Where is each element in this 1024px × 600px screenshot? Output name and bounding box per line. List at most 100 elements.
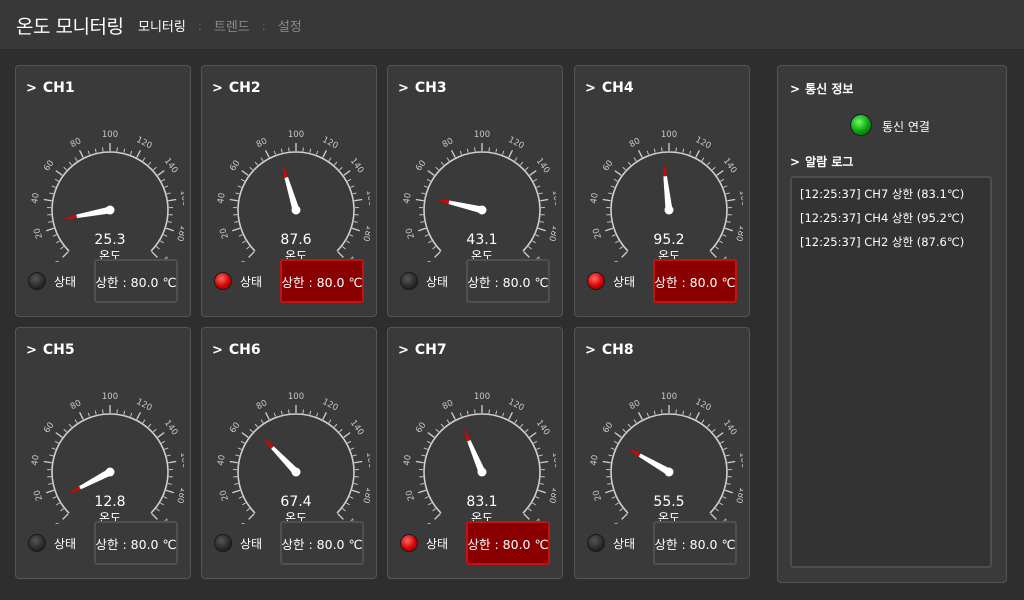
gauge-major-tick <box>621 251 628 258</box>
gauge-tick-label: 40 <box>402 454 414 466</box>
gauge-minor-tick <box>164 185 169 188</box>
gauge-minor-tick <box>426 440 431 444</box>
gauge-needle-hub <box>477 467 487 477</box>
upper-limit-box[interactable]: 상한 : 80.0 ℃ <box>280 259 364 303</box>
tab-monitoring[interactable]: 모니터링 <box>138 16 186 35</box>
gauge-minor-tick <box>688 412 692 417</box>
gauge-needle-tip <box>663 162 667 177</box>
gauge-minor-tick <box>164 447 169 450</box>
gauge-tick-label: 80 <box>255 398 269 412</box>
gauge-minor-tick <box>726 483 731 485</box>
gauge-minor-tick <box>333 423 338 428</box>
gauge-minor-tick <box>68 423 73 428</box>
gauge-minor-tick <box>54 440 59 444</box>
gauge-minor-tick <box>446 419 450 424</box>
gauge-major-tick <box>265 150 270 158</box>
tab-trend[interactable]: 트렌드 <box>214 16 250 35</box>
gauge-minor-tick <box>160 502 164 506</box>
gauge-tick-label: 100 <box>474 130 490 140</box>
gauge-tick-label: 160 <box>737 189 743 207</box>
gauge-major-tick <box>427 432 435 438</box>
upper-limit-box[interactable]: 상한 : 80.0 ℃ <box>94 521 178 565</box>
chevron-right-icon: > <box>790 155 801 169</box>
channel-title: > CH1 <box>26 80 75 96</box>
gauge-minor-tick <box>688 150 692 155</box>
gauge-minor-tick <box>682 148 685 153</box>
gauge-minor-tick <box>466 410 469 415</box>
upper-limit-box[interactable]: 상한 : 80.0 ℃ <box>280 521 364 565</box>
gauge-tick-label: 120 <box>321 397 340 413</box>
gauge-minor-tick <box>48 483 53 485</box>
gauge-major-tick <box>79 150 84 158</box>
chevron-right-icon: > <box>26 81 37 96</box>
gauge-minor-tick <box>60 246 64 250</box>
gauge-needle <box>76 206 111 219</box>
gauge-minor-tick <box>619 508 623 512</box>
channel-panel: >CH202040608010012014016018020087.6온도상태상… <box>201 65 377 317</box>
upper-limit-box[interactable]: 상한 : 80.0 ℃ <box>94 259 178 303</box>
gauge-tick-label: 100 <box>102 392 118 402</box>
gauge-minor-tick <box>719 502 723 506</box>
gauge-tick-label: 180 <box>733 486 743 505</box>
temperature-gauge: 02040608010012014016018020012.8온도 <box>30 392 184 524</box>
gauge-minor-tick <box>163 234 168 237</box>
status-led <box>28 534 46 552</box>
gauge-minor-tick <box>610 185 615 188</box>
gauge-minor-tick <box>240 178 245 182</box>
gauge-minor-tick <box>49 192 54 195</box>
gauge-minor-tick <box>726 221 731 223</box>
gauge-minor-tick <box>260 157 264 162</box>
gauge-major-tick <box>241 432 249 438</box>
gauge-value: 12.8 <box>94 494 125 510</box>
gauge-major-tick <box>168 460 177 464</box>
gauge-major-tick <box>727 460 736 464</box>
gauge-minor-tick <box>129 412 133 417</box>
gauge-tick-label: 160 <box>178 451 184 469</box>
tab-settings[interactable]: 설정 <box>278 16 302 35</box>
gauge-minor-tick <box>349 496 354 499</box>
upper-limit-box[interactable]: 상한 : 80.0 ℃ <box>653 259 737 303</box>
chevron-right-icon: > <box>398 343 409 358</box>
gauge-needle-tip <box>435 199 450 204</box>
channel-name: CH1 <box>42 80 75 96</box>
gauge-minor-tick <box>315 150 319 155</box>
gauge-minor-tick <box>633 419 637 424</box>
side-panel: > 통신 정보 통신 연결 > 알람 로그 [12:25:37] CH7 상한 (8… <box>777 65 1007 583</box>
upper-limit-box[interactable]: 상한 : 80.0 ℃ <box>466 521 550 565</box>
gauge-minor-tick <box>610 447 615 450</box>
gauge-major-tick <box>418 489 427 494</box>
upper-limit-box[interactable]: 상한 : 80.0 ℃ <box>466 259 550 303</box>
chevron-right-icon: > <box>398 81 409 96</box>
gauge-minor-tick <box>722 234 727 237</box>
log-entry: [12:25:37] CH4 상한 (95.2℃) <box>800 211 965 225</box>
gauge-major-tick <box>157 170 165 176</box>
gauge-value: 83.1 <box>466 494 497 510</box>
gauge-minor-tick <box>706 423 711 428</box>
gauge-tick-label: 20 <box>218 489 231 502</box>
gauge-minor-tick <box>533 178 538 182</box>
gauge-tick-label: 40 <box>402 192 414 204</box>
gauge-minor-tick <box>611 234 616 237</box>
status-label: 상태 <box>240 275 263 289</box>
gauge-minor-tick <box>94 410 97 415</box>
gauge-minor-tick <box>535 496 540 499</box>
gauge-needle <box>663 176 673 211</box>
gauge-tick-label: 80 <box>69 398 83 412</box>
gauge-minor-tick <box>607 221 612 223</box>
chevron-right-icon: > <box>585 343 596 358</box>
gauge-major-tick <box>337 251 344 258</box>
gauge-minor-tick <box>246 246 250 250</box>
gauge-needle-hub <box>291 205 301 215</box>
gauge-minor-tick <box>428 502 432 506</box>
gauge-major-tick <box>241 170 249 176</box>
alarm-log-list[interactable]: [12:25:37] CH7 상한 (83.1℃) [12:25:37] CH4… <box>790 176 992 568</box>
status-label: 상태 <box>426 537 449 551</box>
channel-name: CH6 <box>228 342 261 358</box>
gauge-tick-label: 180 <box>174 224 184 243</box>
channel-panel: >CH102040608010012014016018020025.3온도상태상… <box>15 65 191 317</box>
gauge-major-tick <box>232 227 241 232</box>
gauge-tick-label: 80 <box>255 136 269 150</box>
gauge-minor-tick <box>350 185 355 188</box>
upper-limit-box[interactable]: 상한 : 80.0 ℃ <box>653 521 737 565</box>
gauge-tick-label: 180 <box>174 486 184 505</box>
